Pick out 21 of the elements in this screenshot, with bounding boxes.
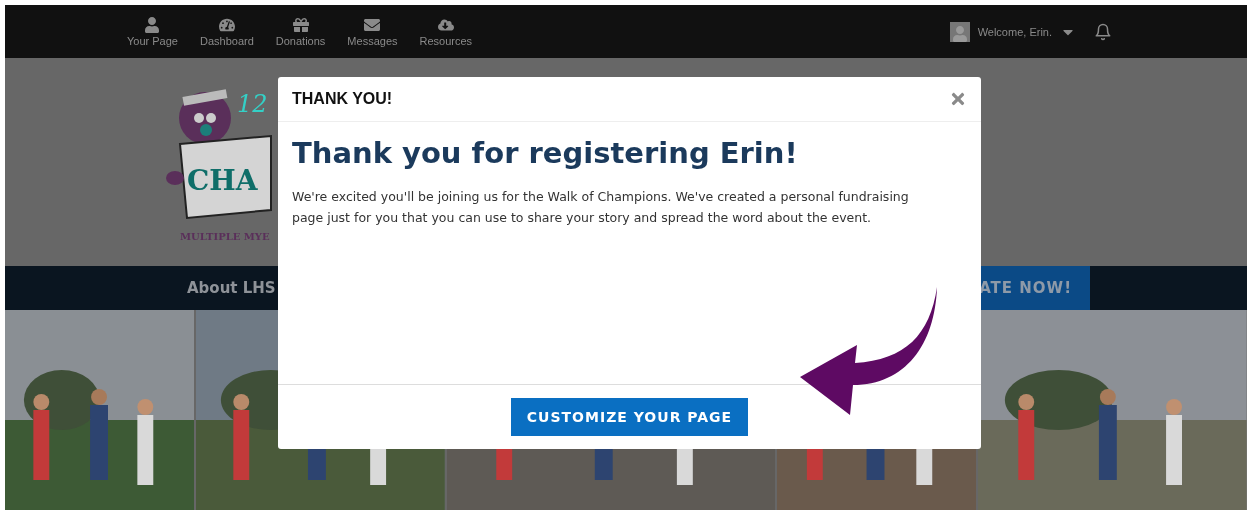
modal-title: Thank you for registering Erin! [292, 136, 799, 170]
modal-header: THANK YOU! [292, 90, 393, 108]
gauge-icon [218, 16, 235, 33]
menu-link[interactable]: About LHS [187, 279, 276, 298]
gift-icon [292, 16, 309, 33]
avatar [949, 21, 970, 42]
modal-message: We're excited you'll be joining us for the Walk of Champions. We've created a personal fundraising page just for you that you can use to share your story and spread the word about the event. [292, 188, 910, 227]
cloud-download-icon [437, 16, 454, 33]
logo-subtitle: MULTIPLE MYE [180, 231, 270, 242]
welcome-text[interactable]: Welcome, Erin. [977, 25, 1052, 38]
logo-drawing: 12 CHA [165, 78, 273, 229]
nav-item[interactable]: Donations [275, 16, 326, 47]
donate-button[interactable]: ATE NOW! [979, 266, 1090, 310]
close-icon[interactable] [949, 90, 967, 108]
bell-icon[interactable] [1094, 22, 1112, 41]
nav-item[interactable]: Resources [419, 16, 473, 47]
user-icon [144, 16, 161, 33]
mail-icon [364, 16, 381, 33]
nav-item[interactable]: Messages [347, 16, 398, 47]
nav-item[interactable]: Dashboard [200, 16, 254, 47]
nav-item[interactable]: Your Page [127, 16, 178, 47]
